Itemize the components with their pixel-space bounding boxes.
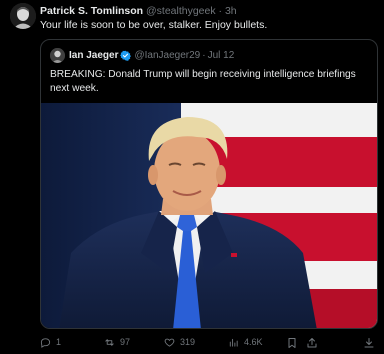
like-button[interactable]: 319 (164, 334, 195, 350)
quoted-author-name[interactable]: Ian Jaeger (69, 48, 118, 63)
repost-count: 97 (120, 337, 131, 347)
quoted-author-handle[interactable]: @IanJaeger29 (134, 48, 200, 63)
repost-icon (105, 338, 114, 346)
quoted-post-time[interactable]: Jul 12 (208, 48, 235, 63)
like-count: 319 (180, 337, 196, 347)
reply-icon (40, 337, 51, 348)
author-handle[interactable]: @stealthygeek (146, 5, 216, 17)
views-button[interactable]: 4.6K (228, 334, 263, 350)
heart-icon (164, 338, 175, 347)
bookmark-button[interactable] (286, 336, 298, 348)
share-button[interactable] (306, 336, 318, 348)
repost-button[interactable]: 97 (104, 334, 130, 350)
quoted-post-header: Ian Jaeger @IanJaeger29 · Jul 12 (69, 48, 234, 63)
share-icon (307, 338, 317, 348)
quoted-post-text: BREAKING: Donald Trump will begin receiv… (50, 69, 356, 94)
post[interactable]: Patrick S. Tomlinson @stealthygeek · 3h … (0, 0, 384, 354)
bookmark-icon (288, 338, 296, 348)
verified-badge-icon (120, 50, 132, 61)
reply-button[interactable]: 1 (40, 334, 61, 350)
download-button[interactable] (363, 336, 375, 348)
post-header: Patrick S. Tomlinson @stealthygeek · 3h (40, 4, 376, 18)
quoted-post-photo[interactable] (41, 103, 377, 328)
views-icon (229, 338, 238, 347)
author-avatar[interactable] (10, 3, 36, 29)
separator-dot: · (218, 5, 223, 17)
quoted-separator-dot: · (202, 50, 206, 61)
author-name[interactable]: Patrick S. Tomlinson (40, 5, 143, 17)
views-count: 4.6K (244, 337, 263, 347)
quoted-post[interactable]: Ian Jaeger @IanJaeger29 · Jul 12 BREAKIN… (40, 39, 378, 329)
post-time[interactable]: 3h (225, 5, 237, 17)
post-text: Your life is soon to be over, stalker. E… (40, 19, 268, 31)
post-actions: 1 97 319 4.6K (40, 334, 378, 350)
download-icon (364, 338, 374, 348)
reply-count: 1 (56, 337, 62, 347)
quoted-author-avatar[interactable] (50, 48, 65, 63)
